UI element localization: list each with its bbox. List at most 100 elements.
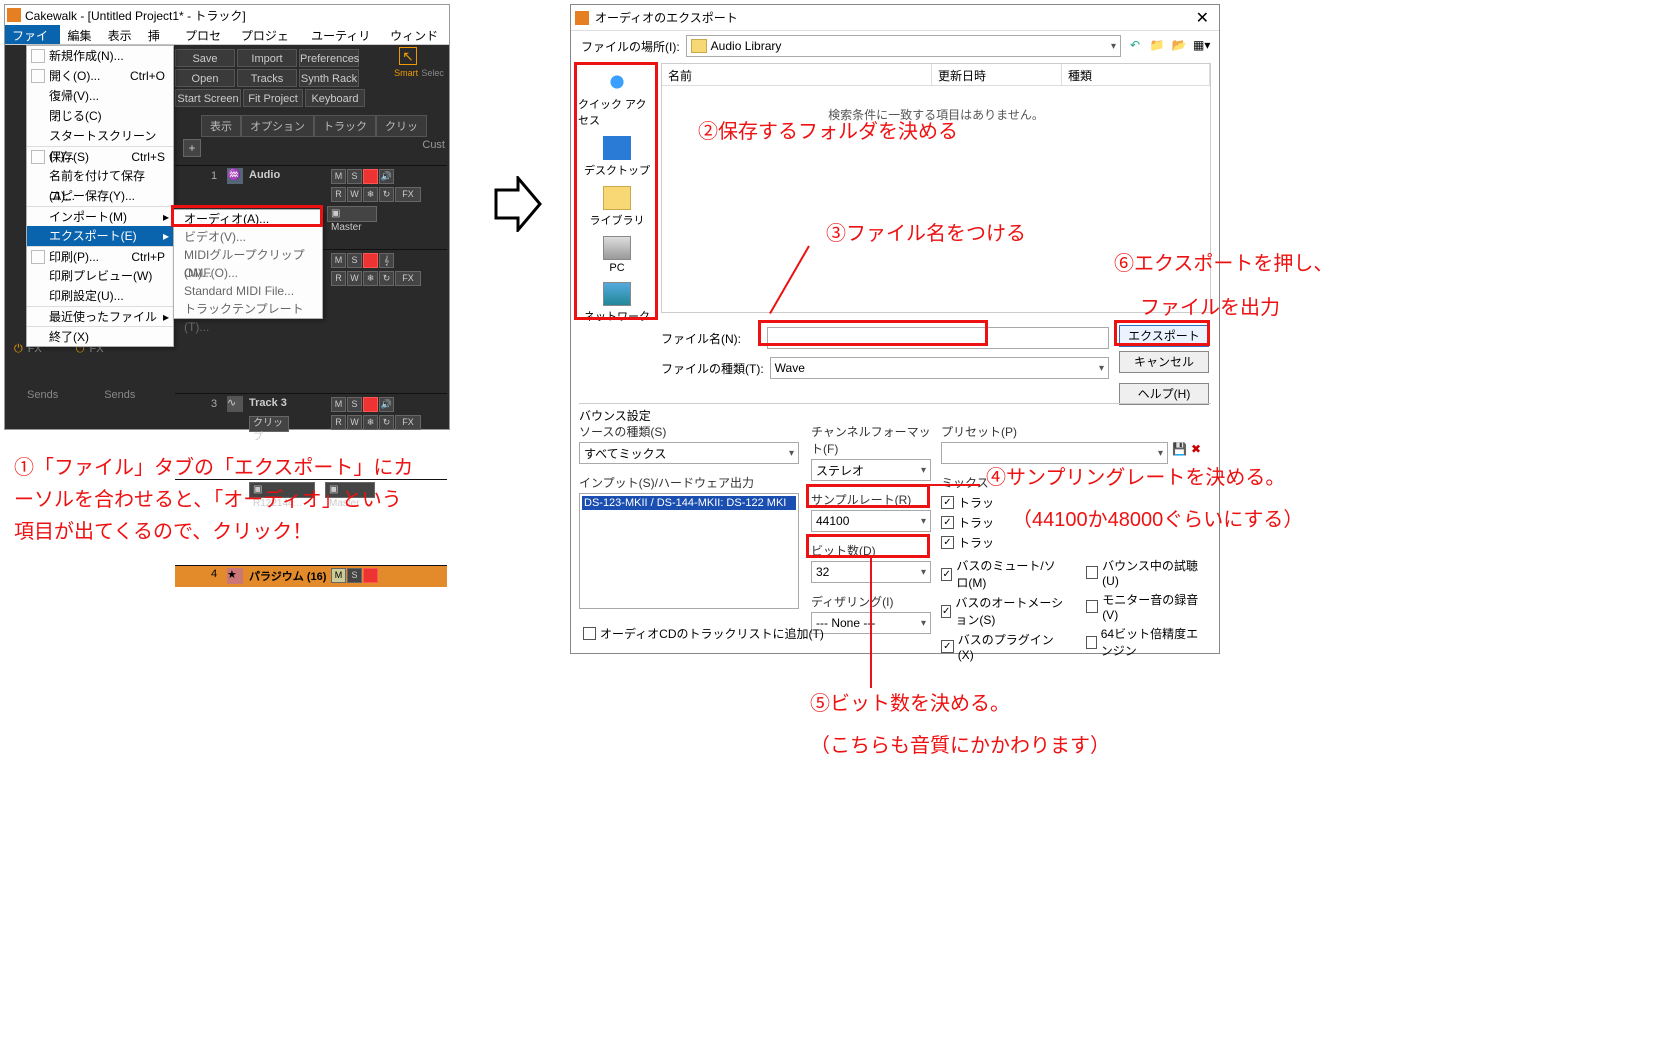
menu-item-recent[interactable]: 最近使ったファイル▸ (27, 306, 173, 326)
checkbox-bus-plugin[interactable]: バスのプラグイン(X) (941, 631, 1066, 662)
dither-select[interactable]: --- None ---▾ (811, 612, 931, 634)
save-preset-icon[interactable]: 💾 (1172, 442, 1187, 464)
solo-button[interactable]: S (347, 568, 362, 583)
place-network[interactable]: ネットワーク (584, 282, 650, 324)
menu-process[interactable]: プロセス(P) (178, 25, 234, 44)
submenu-audio[interactable]: オーディオ(A)... (174, 210, 322, 228)
checkbox-add-cd[interactable]: オーディオCDのトラックリストに追加(T) (583, 625, 824, 642)
delete-preset-icon[interactable]: ✖ (1191, 442, 1201, 464)
submenu-omf[interactable]: OMF(O)... (174, 264, 322, 282)
export-button[interactable]: エクスポート (1119, 325, 1209, 347)
mute-button[interactable]: M (331, 169, 346, 184)
menu-item-export[interactable]: エクスポート(E)▸ (27, 226, 173, 246)
solo-button[interactable]: S (347, 169, 362, 184)
clip-box[interactable]: クリップ (249, 416, 289, 432)
mute-button[interactable]: M (331, 253, 346, 268)
place-pc[interactable]: PC (603, 236, 631, 274)
menu-item-savecopy[interactable]: コピー保存(Y)... (27, 186, 173, 206)
menu-item-printsetup[interactable]: 印刷設定(U)... (27, 286, 173, 306)
freeze-icon[interactable]: ❄ (363, 415, 378, 430)
submenu-midi-group[interactable]: MIDIグループクリップ(M)... (174, 246, 322, 264)
read-button[interactable]: R (331, 415, 346, 430)
sel-clip[interactable]: クリッ (376, 115, 427, 137)
menu-item-print[interactable]: 印刷(P)...Ctrl+P (27, 246, 173, 266)
menu-view[interactable]: 表示(V) (101, 25, 141, 44)
menu-item-import[interactable]: インポート(M)▸ (27, 206, 173, 226)
write-button[interactable]: W (347, 415, 362, 430)
list-item[interactable]: DS-123-MKII / DS-144-MKII: DS-122 MKI (582, 496, 796, 510)
menu-item-startscreen[interactable]: スタートスクリーン(T)... (27, 126, 173, 146)
freeze-icon[interactable]: ❄ (363, 271, 378, 286)
mute-button[interactable]: M (331, 397, 346, 412)
checkbox-bus-mute[interactable]: バスのミュート/ソロ(M) (941, 557, 1066, 591)
menu-item-exit[interactable]: 終了(X) (27, 326, 173, 346)
archive-icon[interactable]: ↻ (379, 187, 394, 202)
fx-button[interactable]: FX (395, 271, 421, 286)
speaker-icon[interactable]: 🔊 (379, 169, 394, 184)
submenu-smf[interactable]: Standard MIDI File... (174, 282, 322, 300)
master-out[interactable]: ▣ Master (327, 206, 377, 222)
toolbar-tracks[interactable]: Tracks (237, 69, 297, 87)
toolbar-synthrack[interactable]: Synth Rack (299, 69, 359, 87)
checkbox-bus-auto[interactable]: バスのオートメーション(S) (941, 594, 1066, 628)
preset-select[interactable]: ▾ (941, 442, 1168, 464)
channel-select[interactable]: ステレオ▾ (811, 459, 931, 481)
menu-item-saveas[interactable]: 名前を付けて保存(A)... (27, 166, 173, 186)
tool-smart[interactable]: ↖ Smart Selec (391, 47, 447, 79)
checkbox-track3[interactable]: トラッ (941, 534, 1201, 551)
rate-select[interactable]: 44100▾ (811, 510, 931, 532)
close-icon[interactable]: ✕ (1186, 8, 1219, 28)
track-row[interactable]: 4 ★ パラジウム (16) M S (175, 565, 447, 587)
track-row[interactable]: 1 ♒ Audio M S 🔊 R W ❄ ↻ FX ▣ Master (175, 165, 447, 209)
menu-project[interactable]: プロジェクト(J) (234, 25, 304, 44)
cancel-button[interactable]: キャンセル (1119, 351, 1209, 373)
toolbar-save[interactable]: Save (175, 49, 235, 67)
place-library[interactable]: ライブラリ (590, 186, 645, 228)
location-combo[interactable]: Audio Library ▾ (686, 35, 1121, 57)
record-button[interactable] (363, 397, 378, 412)
bits-select[interactable]: 32▾ (811, 561, 931, 583)
menu-window[interactable]: ウィンドウ(W) (383, 25, 449, 44)
toolbar-startscreen[interactable]: Start Screen (175, 89, 241, 107)
fx-button[interactable]: FX (395, 415, 421, 430)
waveform-icon[interactable]: 𝄞 (379, 253, 394, 268)
record-button[interactable] (363, 169, 378, 184)
write-button[interactable]: W (347, 187, 362, 202)
archive-icon[interactable]: ↻ (379, 415, 394, 430)
menu-item-revert[interactable]: 復帰(V)... (27, 86, 173, 106)
filename-input[interactable] (767, 327, 1109, 349)
sel-option[interactable]: オプション (241, 115, 314, 137)
write-button[interactable]: W (347, 271, 362, 286)
filetype-select[interactable]: Wave▾ (770, 357, 1109, 379)
fx-button[interactable]: FX (395, 187, 421, 202)
menu-item-printpreview[interactable]: 印刷プレビュー(W) (27, 266, 173, 286)
power-icon[interactable]: ⏻ (14, 343, 23, 356)
toolbar-preferences[interactable]: Preferences (299, 49, 359, 67)
checkbox-audition[interactable]: バウンス中の試聴(U) (1086, 557, 1201, 588)
record-button[interactable] (363, 253, 378, 268)
col-name[interactable]: 名前 (662, 64, 932, 85)
sel-view[interactable]: 表示 (201, 115, 241, 137)
track-row[interactable]: 3 ∿ Track 3 クリップ M S 🔊 R W ❄ ↻ FX (175, 393, 447, 437)
toolbar-import[interactable]: Import (237, 49, 297, 67)
read-button[interactable]: R (331, 187, 346, 202)
toolbar-open[interactable]: Open (175, 69, 235, 87)
output-list[interactable]: DS-123-MKII / DS-144-MKII: DS-122 MKI (579, 493, 799, 609)
menu-item-close[interactable]: 閉じる(C) (27, 106, 173, 126)
source-select[interactable]: すべてミックス▾ (579, 442, 799, 464)
up-folder-icon[interactable]: 📁 (1149, 38, 1165, 54)
menu-edit[interactable]: 編集(E) (60, 25, 100, 44)
col-type[interactable]: 種類 (1062, 64, 1210, 85)
menu-insert[interactable]: 挿入(I) (141, 25, 178, 44)
sel-track[interactable]: トラック (314, 115, 376, 137)
back-icon[interactable]: ↶ (1127, 38, 1143, 54)
read-button[interactable]: R (331, 271, 346, 286)
speaker-icon[interactable]: 🔊 (379, 397, 394, 412)
place-quick-access[interactable]: クイック アクセス (578, 70, 656, 128)
freeze-icon[interactable]: ❄ (363, 187, 378, 202)
submenu-video[interactable]: ビデオ(V)... (174, 228, 322, 246)
solo-button[interactable]: S (347, 397, 362, 412)
checkbox-64bit[interactable]: 64ビット倍精度エンジン (1086, 625, 1201, 659)
col-date[interactable]: 更新日時 (932, 64, 1062, 85)
view-icon[interactable]: ▦▾ (1193, 38, 1209, 54)
